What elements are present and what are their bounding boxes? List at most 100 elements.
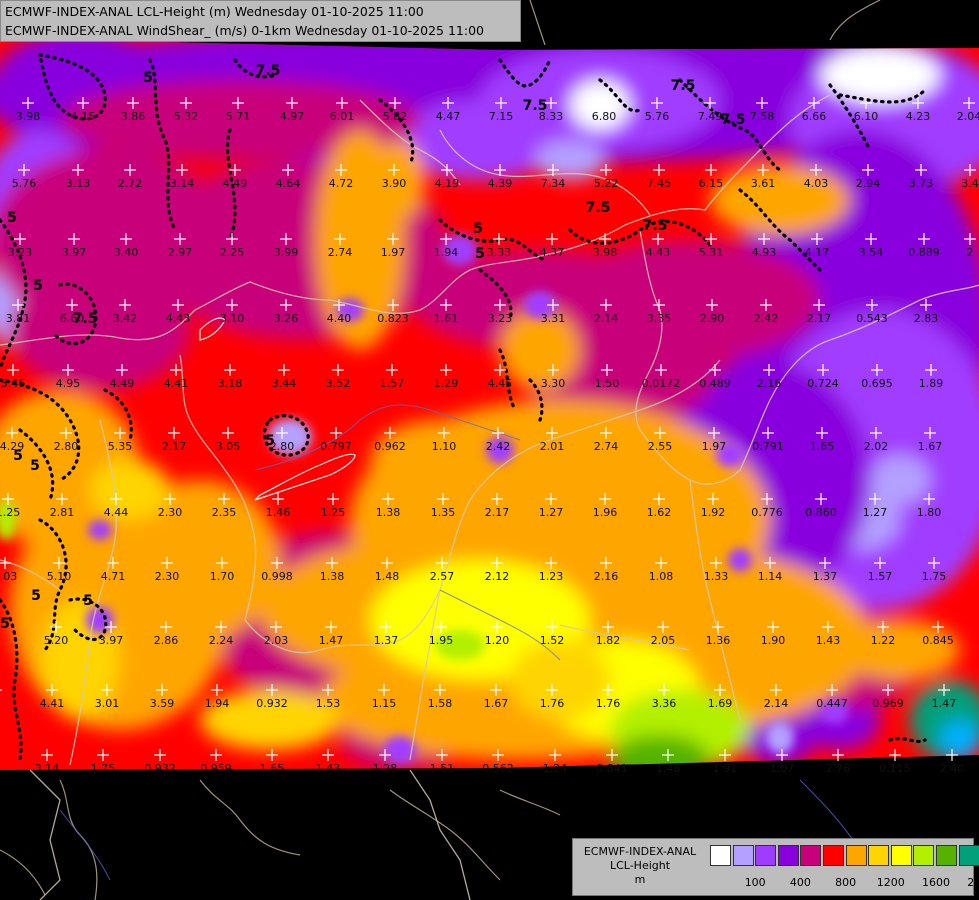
legend-tick-label: 100 bbox=[744, 876, 766, 889]
legend-tick-label: 1200 bbox=[876, 876, 905, 889]
legend-swatch bbox=[890, 845, 912, 866]
station-value: 0.791 bbox=[752, 440, 784, 453]
station-value: 4.97 bbox=[280, 110, 305, 123]
station-value: 3.81 bbox=[6, 312, 31, 325]
station-value: 3.4 bbox=[961, 177, 979, 190]
station-value: 2.86 bbox=[154, 634, 179, 647]
station-value: 7.58 bbox=[750, 110, 775, 123]
station-value: 2.16 bbox=[757, 377, 782, 390]
legend-tick-label: 2000 bbox=[967, 876, 979, 889]
station-value: 1.97 bbox=[381, 246, 406, 259]
station-value: 4.41 bbox=[40, 697, 65, 710]
station-value: 1.10 bbox=[432, 440, 457, 453]
contour-label: 5 bbox=[33, 278, 43, 294]
legend-swatch bbox=[800, 845, 822, 866]
station-value: 1.94 bbox=[434, 246, 459, 259]
station-value: 4.49 bbox=[110, 377, 135, 390]
legend-swatches bbox=[710, 845, 979, 866]
station-value: 3.54 bbox=[859, 246, 884, 259]
station-value: 5.32 bbox=[174, 110, 199, 123]
station-value: 7.49 bbox=[698, 110, 723, 123]
station-value: 4.23 bbox=[906, 110, 931, 123]
contour-label: 5 bbox=[473, 221, 483, 237]
station-value: 2.74 bbox=[328, 246, 353, 259]
station-value: 4.15 bbox=[71, 110, 96, 123]
station-value: 3.52 bbox=[326, 377, 351, 390]
station-value: 1.65 bbox=[810, 440, 835, 453]
legend-swatch bbox=[868, 845, 890, 866]
station-value: 2.12 bbox=[485, 570, 510, 583]
station-value: 1.46 bbox=[266, 506, 291, 519]
station-value: 4.37 bbox=[540, 246, 565, 259]
station-value: 2.57 bbox=[430, 570, 455, 583]
station-value: 1.27 bbox=[539, 506, 564, 519]
station-value: 0.889 bbox=[908, 246, 940, 259]
station-value: 1.90 bbox=[761, 634, 786, 647]
station-value: 0.845 bbox=[922, 634, 954, 647]
station-value: 1.57 bbox=[380, 377, 405, 390]
title-line-2: ECMWF-INDEX-ANAL WindShear_ (m/s) 0-1km … bbox=[5, 23, 484, 38]
station-value: 1.70 bbox=[210, 570, 235, 583]
station-value: 2.14 bbox=[764, 697, 789, 710]
station-value: 2.81 bbox=[50, 506, 75, 519]
station-value: 1.65 bbox=[260, 762, 285, 775]
station-value: 0.959 bbox=[200, 762, 232, 775]
station-value: 5.22 bbox=[594, 177, 619, 190]
station-value: 1.50 bbox=[595, 377, 620, 390]
station-value: 4.43 bbox=[646, 246, 671, 259]
station-value: 2.03 bbox=[264, 634, 289, 647]
contour-label: 7.5 bbox=[586, 200, 611, 216]
station-value: 4.44 bbox=[104, 506, 129, 519]
field-blob bbox=[710, 165, 850, 235]
station-value: 1.61 bbox=[434, 312, 459, 325]
station-value: 2.30 bbox=[155, 570, 180, 583]
station-value: 4.19 bbox=[435, 177, 460, 190]
station-value: 2.25 bbox=[220, 246, 245, 259]
station-value: 3.98 bbox=[16, 110, 41, 123]
station-value: 2.14 bbox=[594, 312, 619, 325]
station-value: 2.83 bbox=[914, 312, 939, 325]
station-value: 3.59 bbox=[150, 697, 175, 710]
station-value: 2.97 bbox=[168, 246, 193, 259]
station-value: 1.25 bbox=[321, 506, 346, 519]
station-value: 5.35 bbox=[108, 440, 133, 453]
field-blob bbox=[940, 720, 979, 760]
contour-label: 5 bbox=[475, 246, 485, 262]
station-value: 1.47 bbox=[319, 634, 344, 647]
station-value: 2 bbox=[967, 246, 974, 259]
station-value: 1.33 bbox=[704, 570, 729, 583]
station-value: 3.23 bbox=[8, 246, 33, 259]
station-value: 2.76 bbox=[826, 762, 851, 775]
station-value: 0.447 bbox=[816, 697, 848, 710]
station-value: 4.43 bbox=[166, 312, 191, 325]
legend-swatch bbox=[777, 845, 799, 866]
station-value: 6.60 bbox=[60, 312, 85, 325]
station-value: 3.18 bbox=[218, 377, 243, 390]
title-line-1: ECMWF-INDEX-ANAL LCL-Height (m) Wednesda… bbox=[5, 4, 424, 19]
contour-label: 5 bbox=[30, 458, 40, 474]
station-value: 1.82 bbox=[596, 634, 621, 647]
station-value: 4.39 bbox=[488, 177, 513, 190]
station-value: 3.01 bbox=[95, 697, 120, 710]
station-value: 2.80 bbox=[54, 440, 79, 453]
station-value: 5.76 bbox=[645, 110, 670, 123]
station-value: 2.80 bbox=[270, 440, 295, 453]
legend-ticks: 100 400 800 1200 1600 2000 bbox=[710, 876, 979, 890]
station-value: 3.40 bbox=[114, 246, 139, 259]
station-value: 1.69 bbox=[708, 697, 733, 710]
station-value: 1.94 bbox=[205, 697, 230, 710]
station-value: 1.58 bbox=[428, 697, 453, 710]
station-value: 1.80 bbox=[917, 506, 942, 519]
station-value: 0.543 bbox=[856, 312, 888, 325]
map-title: ECMWF-INDEX-ANAL LCL-Height (m) Wednesda… bbox=[0, 0, 521, 42]
legend-tick-label: 1600 bbox=[922, 876, 950, 889]
station-value: 3.26 bbox=[274, 312, 299, 325]
station-value: 0.489 bbox=[699, 377, 731, 390]
station-value: 1.76 bbox=[540, 697, 565, 710]
legend-swatch bbox=[958, 845, 979, 866]
station-value: 5.10 bbox=[47, 570, 72, 583]
station-value: 2.17 bbox=[485, 506, 510, 519]
field-blob bbox=[766, 722, 794, 754]
station-value: 3.10 bbox=[220, 312, 245, 325]
station-value: 2.04 bbox=[957, 110, 979, 123]
